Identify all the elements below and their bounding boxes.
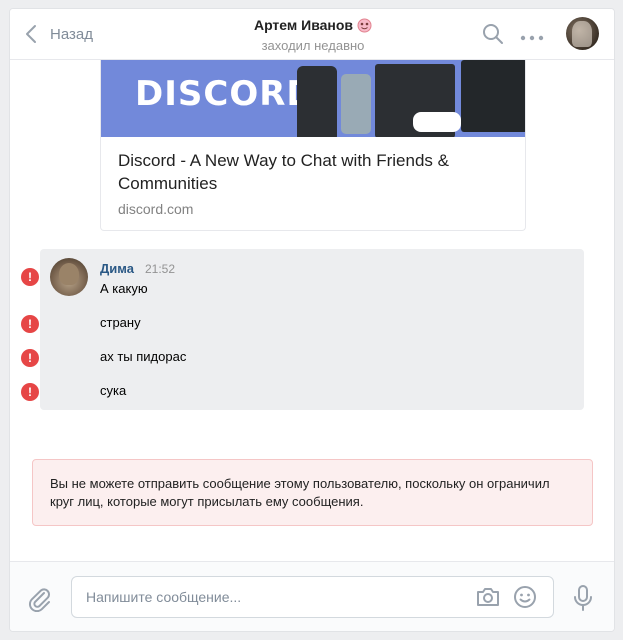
emoji-icon[interactable] <box>513 585 537 614</box>
emoji-face-icon <box>357 18 372 32</box>
message-composer <box>10 561 614 631</box>
link-preview-title: Discord - A New Way to Chat with Friends… <box>118 151 449 193</box>
message-input-box[interactable] <box>71 576 554 618</box>
contact-name[interactable]: Артем Иванов <box>254 17 353 33</box>
paperclip-icon[interactable] <box>28 586 52 617</box>
error-icon[interactable]: ! <box>21 349 39 367</box>
link-preview-domain: discord.com <box>118 201 194 217</box>
discord-logo: DISCORD <box>135 74 316 114</box>
message-text: страну <box>100 315 141 330</box>
error-icon[interactable]: ! <box>21 268 39 286</box>
chat-window: Назад Артем Иванов заходил недавно DISCO… <box>9 8 615 632</box>
search-icon[interactable] <box>482 23 504 50</box>
message-text: А какую <box>100 281 148 296</box>
error-icon[interactable]: ! <box>21 383 39 401</box>
microphone-icon[interactable] <box>572 584 594 617</box>
error-icon[interactable]: ! <box>21 315 39 333</box>
camera-icon[interactable] <box>475 586 501 613</box>
message-input[interactable] <box>86 587 466 607</box>
message-author[interactable]: Дима <box>100 261 134 276</box>
chat-header: Назад Артем Иванов заходил недавно <box>10 9 614 60</box>
message-text: ах ты пидорас <box>100 349 187 364</box>
author-avatar[interactable] <box>50 258 88 296</box>
blocked-notice: Вы не можете отправить сообщение этому п… <box>32 459 593 526</box>
message-time: 21:52 <box>145 262 176 276</box>
more-options-icon[interactable] <box>520 29 544 47</box>
link-preview-image: DISCORD <box>101 60 525 137</box>
link-preview-card[interactable]: DISCORD Discord - A New Way to Chat with… <box>100 60 526 231</box>
contact-avatar[interactable] <box>566 17 599 50</box>
message-text: сука <box>100 383 127 398</box>
